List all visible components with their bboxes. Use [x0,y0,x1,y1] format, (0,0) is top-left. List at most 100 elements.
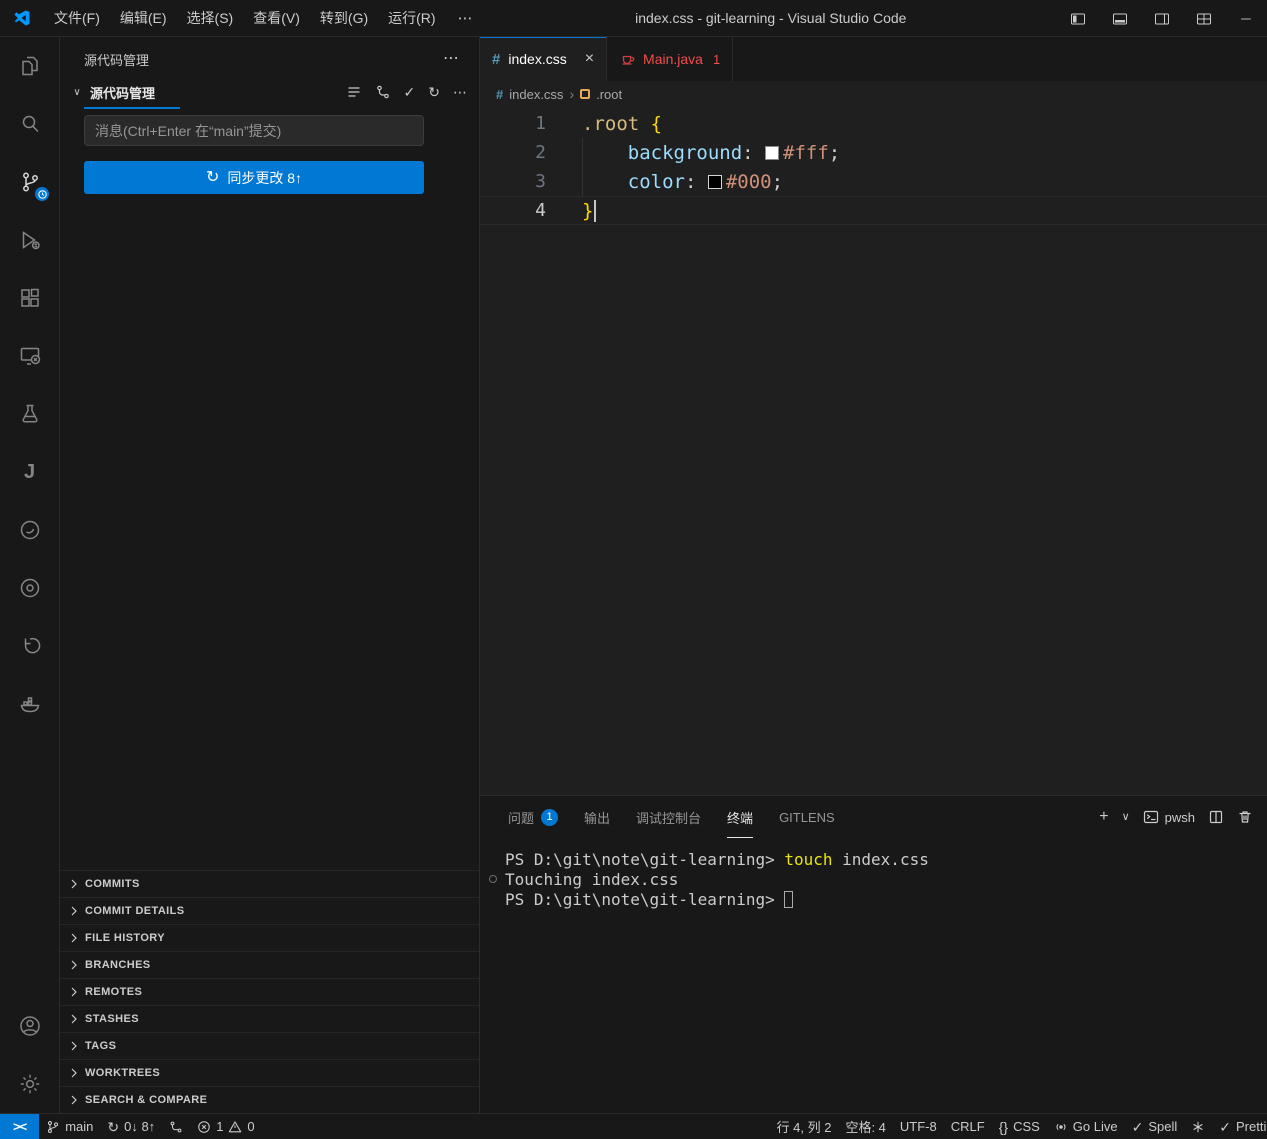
menu-file[interactable]: 文件(F) [44,0,110,37]
sidebar-section-tags[interactable]: TAGS [60,1032,479,1059]
menu-overflow-icon[interactable]: ⋯ [446,9,485,27]
terminal-output[interactable]: PS D:\git\note\git-learning>touchindex.c… [480,838,1267,1113]
tab-main-java[interactable]: Main.java 1 [607,37,733,81]
sync-status[interactable]: ↻ 0↓ 8↑ [100,1114,162,1139]
scm-repo-section-header[interactable]: ∨ 源代码管理 ✓ ↻ ⋯ [60,79,479,105]
eol-sequence[interactable]: CRLF [944,1114,992,1139]
tab-terminal[interactable]: 终端 [727,796,753,838]
check-icon: ✓ [1132,1120,1144,1134]
more-actions-icon[interactable]: ⋯ [443,51,459,67]
vscode-window: 文件(F) 编辑(E) 选择(S) 查看(V) 转到(G) 运行(R) ⋯ in… [0,0,1267,1139]
terminal-profile-item[interactable]: pwsh [1143,809,1195,825]
go-live-button[interactable]: Go Live [1047,1114,1125,1139]
color-swatch[interactable] [765,146,779,160]
customize-layout-icon[interactable] [1183,0,1225,37]
sync-icon: ↻ [206,170,219,186]
sidebar-section-commits[interactable]: COMMITS [60,870,479,897]
close-icon[interactable]: × [585,50,594,68]
tab-index-css[interactable]: # index.css × [480,37,607,81]
error-icon [197,1120,211,1134]
activity-search[interactable] [0,95,59,153]
new-terminal-icon[interactable]: + [1099,809,1108,825]
activity-gradle[interactable] [0,501,59,559]
warning-icon [228,1120,242,1134]
breadcrumb-symbol[interactable]: .root [596,87,622,102]
remote-explorer-icon [18,344,42,368]
prettier-status[interactable]: ✓ Prettier [1212,1114,1267,1139]
tab-problems[interactable]: 问题 1 [508,796,558,838]
commit-check-icon[interactable]: ✓ [404,85,416,99]
indentation[interactable]: 空格: 4 [838,1114,892,1139]
activity-docker[interactable] [0,675,59,733]
broadcast-icon [1054,1120,1068,1134]
toggle-secondary-sidebar-icon[interactable] [1141,0,1183,37]
sidebar-section-commit-details[interactable]: COMMIT DETAILS [60,897,479,924]
view-as-list-icon[interactable] [346,84,362,100]
chevron-down-icon[interactable]: ∨ [1122,812,1130,823]
css-file-icon: # [496,87,503,102]
breadcrumb-file[interactable]: index.css [509,87,563,102]
sidebar-section-search-compare[interactable]: SEARCH & COMPARE [60,1086,479,1113]
refresh-icon[interactable]: ↻ [428,85,440,99]
status-right: 行 4, 列 2 空格: 4 UTF-8 CRLF {} CSS Go Live… [770,1114,1267,1139]
sidebar-section-remotes[interactable]: REMOTES [60,978,479,1005]
sidebar-section-worktrees[interactable]: WORKTREES [60,1059,479,1086]
java-letter-icon: J [24,461,35,484]
encoding[interactable]: UTF-8 [893,1114,944,1139]
code-editor[interactable]: 1 .root{ 2 background:#fff; 3 color:#000… [480,107,1267,795]
activity-explorer[interactable] [0,37,59,95]
docker-whale-icon [18,692,42,716]
activity-source-control[interactable] [0,153,59,211]
spell-checker-status[interactable]: ✓ Spell [1125,1114,1185,1139]
extension-status-icon[interactable] [1184,1114,1212,1139]
activity-accounts[interactable] [0,997,59,1055]
activity-java-project[interactable]: J [0,443,59,501]
activity-run-debug[interactable] [0,211,59,269]
commit-graph-icon[interactable] [375,84,391,100]
remote-indicator[interactable]: >< [0,1114,39,1139]
files-icon [18,54,42,78]
braces-icon: {} [999,1120,1008,1134]
menu-edit[interactable]: 编辑(E) [110,0,177,37]
sidebar-section-file-history[interactable]: FILE HISTORY [60,924,479,951]
toggle-panel-icon[interactable] [1099,0,1141,37]
menu-selection[interactable]: 选择(S) [177,0,244,37]
menu-view[interactable]: 查看(V) [243,0,310,37]
activity-settings[interactable] [0,1055,59,1113]
curved-arrow-icon [18,634,42,658]
sync-changes-button[interactable]: ↻ 同步更改 8↑ [84,161,424,194]
tab-debug-console[interactable]: 调试控制台 [636,796,701,838]
minimize-icon[interactable] [1225,0,1267,37]
sidebar-view-title: 源代码管理 [84,50,149,69]
sidebar-section-stashes[interactable]: STASHES [60,1005,479,1032]
tab-label: Main.java [643,51,703,67]
tab-output[interactable]: 输出 [584,796,610,838]
chevron-right-icon [66,1092,82,1108]
language-mode[interactable]: {} CSS [992,1114,1047,1139]
activity-testing[interactable] [0,385,59,443]
breadcrumbs: # index.css › .root [480,81,1267,107]
scm-actions: ✓ ↻ ⋯ [346,84,467,100]
chevron-right-icon [66,1011,82,1027]
sidebar-section-branches[interactable]: BRANCHES [60,951,479,978]
commit-graph-status[interactable] [162,1114,190,1139]
editor-group: # index.css × Main.java 1 # index.css › … [480,37,1267,1113]
toggle-sidebar-icon[interactable] [1057,0,1099,37]
tab-gitlens[interactable]: GITLENS [779,796,835,838]
commit-message-input[interactable] [84,115,424,146]
chevron-right-icon [66,957,82,973]
activity-extensions[interactable] [0,269,59,327]
activity-gitlens[interactable] [0,617,59,675]
branch-indicator[interactable]: main [39,1114,100,1139]
cursor-position[interactable]: 行 4, 列 2 [770,1114,839,1139]
trash-icon[interactable] [1237,809,1253,825]
menu-run[interactable]: 运行(R) [378,0,445,37]
split-terminal-icon[interactable] [1208,809,1224,825]
color-swatch[interactable] [708,175,722,189]
activity-remote-explorer[interactable] [0,327,59,385]
activity-live-server[interactable] [0,559,59,617]
menu-goto[interactable]: 转到(G) [310,0,378,37]
more-actions-icon[interactable]: ⋯ [453,85,467,99]
command-decoration-icon[interactable] [489,875,497,883]
problems-status[interactable]: 1 0 [190,1114,261,1139]
